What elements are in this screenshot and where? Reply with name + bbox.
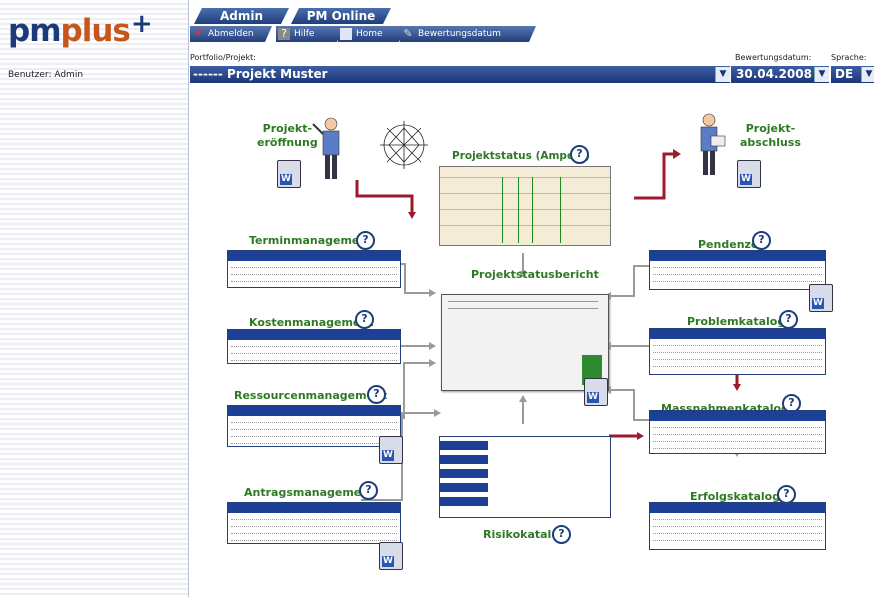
problem-catalog-title[interactable]: Problemkatalog	[687, 315, 785, 328]
project-end-line1: Projekt-	[745, 122, 796, 135]
help-icon[interactable]: ?	[355, 310, 374, 329]
schedule-table[interactable]	[227, 250, 401, 288]
chevron-down-icon[interactable]: ▼	[861, 67, 874, 82]
toolbar: ✕ Abmelden ? Hilfe Home ✎ Bewertungsdatu…	[188, 25, 874, 42]
pending-items-table[interactable]	[649, 250, 826, 290]
resource-management-title[interactable]: Ressourcenmanagement	[234, 389, 387, 402]
sidebar: pmplus+ Benutzer: Admin	[0, 0, 189, 597]
problem-catalog-table[interactable]	[649, 328, 826, 375]
calendar-icon: ✎	[403, 27, 413, 40]
help-icon: ?	[278, 28, 290, 40]
word-document-icon[interactable]: W	[277, 160, 301, 188]
measures-catalog-table[interactable]	[649, 410, 826, 454]
arrowhead	[673, 149, 681, 159]
valuation-date-button[interactable]: ✎ Bewertungsdatum	[400, 26, 536, 42]
home-label: Home	[356, 29, 383, 39]
pmplus-logo[interactable]: pmplus+	[8, 9, 153, 50]
user-label: Benutzer: Admin	[8, 70, 84, 80]
date-select[interactable]: 30.04.2008 ▼	[731, 66, 829, 83]
portfolio-label: Portfolio/Projekt:	[190, 53, 256, 62]
logout-label: Abmelden	[208, 29, 254, 39]
word-document-icon[interactable]: W	[584, 378, 608, 406]
project-select[interactable]: ------ Projekt Muster ▼	[190, 66, 730, 83]
project-status-report-title[interactable]: Projektstatusbericht	[471, 268, 599, 281]
help-icon[interactable]: ?	[552, 525, 571, 544]
arrowhead	[429, 359, 436, 367]
logo-plus-sign: +	[130, 9, 153, 39]
risk-catalog-table[interactable]	[439, 436, 611, 518]
logo-pm-text: pm	[8, 13, 61, 49]
project-start-line2: eröffnung	[257, 136, 318, 149]
help-label: Hilfe	[294, 29, 315, 39]
resource-table[interactable]	[227, 405, 401, 447]
project-end-title[interactable]: Projekt- abschluss	[740, 122, 801, 150]
request-management-title[interactable]: Antragsmanagement	[244, 486, 374, 499]
request-table[interactable]	[227, 502, 401, 544]
help-icon[interactable]: ?	[356, 231, 375, 250]
project-select-value: ------ Projekt Muster	[193, 67, 328, 81]
schedule-management-title[interactable]: Terminmanagement	[249, 234, 372, 247]
project-start-title[interactable]: Projekt- eröffnung	[257, 122, 318, 150]
home-icon	[340, 28, 352, 40]
valuation-date-field-label: Bewertungsdatum:	[735, 53, 812, 62]
cost-table[interactable]	[227, 329, 401, 364]
home-button[interactable]: Home	[338, 26, 406, 42]
valuation-date-label: Bewertungsdatum	[418, 29, 501, 39]
help-icon[interactable]: ?	[367, 385, 386, 404]
project-end-line2: abschluss	[740, 136, 801, 149]
chevron-down-icon[interactable]: ▼	[814, 67, 829, 82]
arrowhead	[519, 395, 527, 402]
tab-pm-online[interactable]: PM Online	[291, 8, 391, 24]
arrowhead	[637, 432, 644, 440]
close-icon: ✕	[193, 27, 203, 40]
date-select-value: 30.04.2008	[736, 67, 812, 81]
help-button[interactable]: ? Hilfe	[276, 26, 344, 42]
celebrating-person-icon	[700, 113, 726, 175]
chevron-down-icon[interactable]: ▼	[715, 67, 730, 82]
project-start-line1: Projekt-	[262, 122, 313, 135]
help-icon[interactable]: ?	[752, 231, 771, 250]
connector-pendenzen	[611, 265, 649, 297]
language-label: Sprache:	[831, 53, 867, 62]
logout-button[interactable]: ✕ Abmelden	[190, 26, 272, 42]
word-document-icon[interactable]: W	[379, 436, 403, 464]
arrowhead	[434, 409, 441, 417]
tab-admin[interactable]: Admin	[194, 8, 289, 24]
word-document-icon[interactable]: W	[809, 284, 833, 312]
status-traffic-light-table[interactable]	[439, 166, 611, 246]
network-diagram-icon	[380, 121, 428, 169]
arrowhead	[408, 212, 416, 219]
red-connector-start	[355, 180, 414, 212]
presenter-person-icon	[312, 117, 340, 179]
status-report-document[interactable]	[441, 294, 609, 391]
language-select[interactable]: DE ▼	[831, 66, 874, 83]
logo-plus-text: plus	[60, 13, 131, 49]
word-document-icon[interactable]: W	[379, 542, 403, 570]
connector-massnahmen	[611, 389, 649, 421]
success-catalog-table[interactable]	[649, 502, 826, 550]
arrowhead	[733, 384, 741, 391]
arrowhead	[429, 342, 436, 350]
help-icon[interactable]: ?	[359, 481, 378, 500]
process-diagram: Projekt- eröffnung W Projektstatus (Ampe…	[189, 88, 874, 597]
help-icon[interactable]: ?	[570, 145, 589, 164]
language-select-value: DE	[835, 67, 854, 81]
red-connector-end	[634, 152, 673, 200]
arrowhead	[429, 289, 436, 297]
help-icon[interactable]: ?	[779, 310, 798, 329]
word-document-icon[interactable]: W	[737, 160, 761, 188]
